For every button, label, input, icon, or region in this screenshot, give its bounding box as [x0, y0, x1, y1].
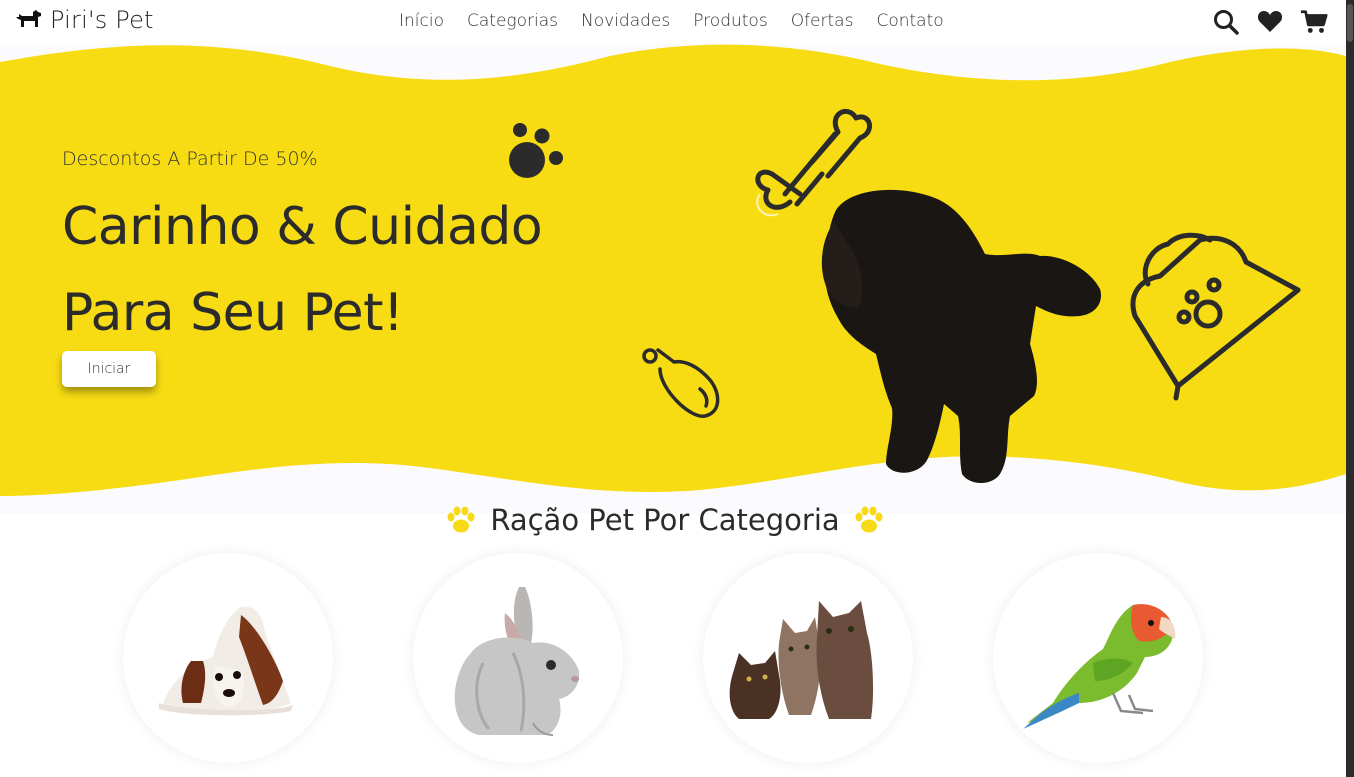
rabbit-image	[454, 587, 580, 736]
category-rabbit[interactable]	[413, 553, 623, 763]
category-dog[interactable]	[123, 553, 333, 763]
nav-ofertas[interactable]: Ofertas	[791, 11, 854, 31]
main-nav: Início Categorias Novidades Produtos Ofe…	[399, 11, 944, 31]
hero-title-line1: Carinho & Cuidado	[62, 197, 543, 257]
dog-image	[159, 606, 293, 716]
search-icon[interactable]	[1212, 8, 1240, 36]
hero-subtitle: Descontos A Partir De 50%	[62, 148, 318, 170]
heart-icon[interactable]	[1256, 8, 1284, 36]
nav-novidades[interactable]: Novidades	[581, 11, 670, 31]
paw-icon	[447, 506, 475, 533]
nav-inicio[interactable]: Início	[399, 11, 444, 31]
paw-icon	[855, 506, 883, 533]
cart-icon[interactable]	[1300, 8, 1328, 36]
hero-title: Carinho & Cuidado Para Seu Pet!	[62, 184, 543, 356]
section-title: Ração Pet Por Categoria	[490, 503, 840, 537]
start-button[interactable]: Iniciar	[62, 351, 156, 387]
header: Piri's Pet Início Categorias Novidades P…	[0, 0, 1346, 44]
category-cats[interactable]	[703, 553, 913, 763]
logo[interactable]: Piri's Pet	[14, 6, 154, 34]
bird-image	[1023, 604, 1176, 729]
hero-title-line2: Para Seu Pet!	[62, 283, 404, 343]
nav-produtos[interactable]: Produtos	[693, 11, 767, 31]
category-bird[interactable]	[993, 553, 1203, 763]
dog-icon	[16, 10, 41, 27]
hero-banner: Descontos A Partir De 50% Carinho & Cuid…	[0, 44, 1346, 514]
header-actions	[1212, 8, 1328, 36]
nav-contato[interactable]: Contato	[876, 11, 943, 31]
category-section-header: Ração Pet Por Categoria	[0, 503, 1330, 537]
scrollbar[interactable]	[1346, 0, 1354, 777]
nav-categorias[interactable]: Categorias	[467, 11, 558, 31]
cats-image	[729, 601, 874, 719]
scrollbar-thumb[interactable]	[1347, 4, 1353, 42]
brand-name: Piri's Pet	[50, 6, 154, 34]
